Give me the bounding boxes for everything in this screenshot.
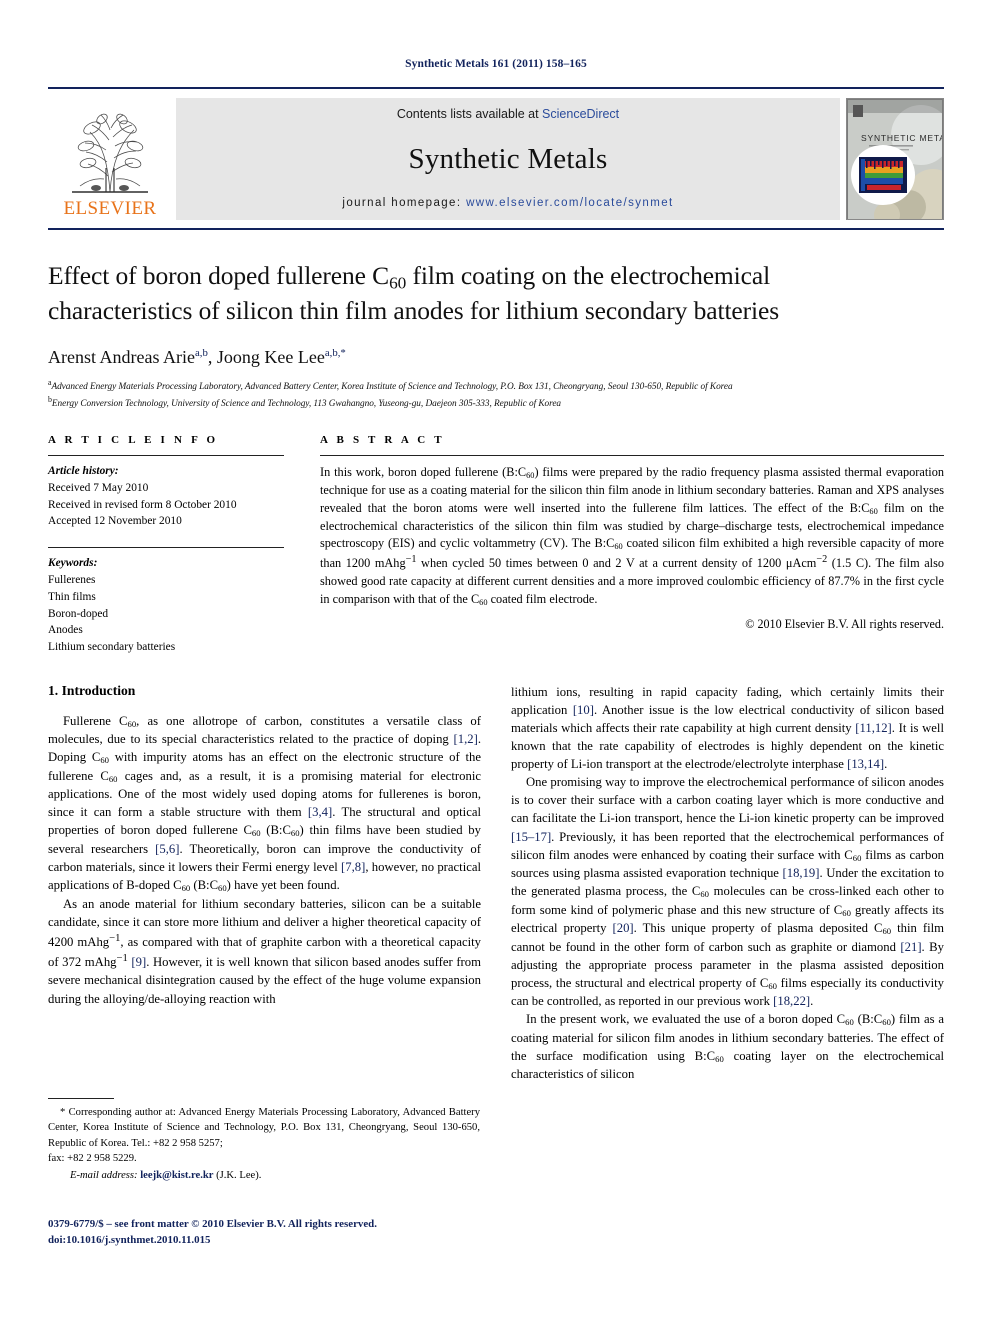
contents-prefix: Contents lists available at	[396, 107, 543, 121]
journal-title: Synthetic Metals	[408, 142, 608, 175]
keyword-item: Thin films	[48, 590, 96, 603]
section-heading-introduction: 1. Introduction	[48, 682, 136, 698]
journal-cover-thumbnail: SYNTHETIC METALS	[846, 98, 944, 220]
article-info-column: A R T I C L E I N F O Article history: R…	[48, 434, 284, 656]
homepage-label: journal homepage:	[342, 197, 467, 209]
title-part-1: Effect of boron doped fullerene C	[48, 261, 390, 290]
footnote-fax: fax: +82 2 958 5229.	[48, 1153, 137, 1165]
affiliation-a-text: Advanced Energy Materials Processing Lab…	[51, 381, 733, 392]
history-received: Received 7 May 2010	[48, 481, 149, 494]
body-column-right: lithium ions, resulting in rapid capacit…	[511, 683, 944, 1084]
intro-paragraph-5: In the present work, we evaluated the us…	[511, 1012, 944, 1082]
history-revised: Received in revised form 8 October 2010	[48, 498, 237, 511]
abstract-copyright: © 2010 Elsevier B.V. All rights reserved…	[745, 616, 944, 631]
affiliation-b-text: Energy Conversion Technology, University…	[51, 398, 562, 409]
page-title: Effect of boron doped fullerene C60 film…	[48, 260, 944, 328]
abstract-heading: A B S T R A C T	[320, 434, 445, 447]
affiliations: aAdvanced Energy Materials Processing La…	[48, 377, 944, 412]
author-separator: ,	[207, 346, 217, 367]
journal-banner: Contents lists available at ScienceDirec…	[176, 98, 840, 220]
keyword-item: Anodes	[48, 624, 83, 637]
intro-paragraph-3: lithium ions, resulting in rapid capacit…	[511, 684, 944, 772]
sciencedirect-link[interactable]: ScienceDirect	[542, 107, 619, 121]
article-info-heading: A R T I C L E I N F O	[48, 434, 219, 447]
intro-paragraph-1: Fullerene C60, as one allotrope of carbo…	[48, 713, 482, 894]
intro-paragraph-2: As an anode material for lithium seconda…	[48, 896, 481, 1006]
author-2-name: Joong Kee Lee	[216, 346, 325, 367]
title-line-2: characteristics of silicon thin film ano…	[48, 295, 780, 325]
journal-homepage-line: journal homepage: www.elsevier.com/locat…	[342, 197, 673, 209]
intro-paragraph-4: One promising way to improve the electro…	[511, 775, 945, 1009]
keyword-item: Lithium secondary batteries	[48, 641, 176, 654]
affiliation-b: bEnergy Conversion Technology, Universit…	[48, 394, 944, 411]
info-abstract-section: A R T I C L E I N F O Article history: R…	[48, 434, 944, 656]
contents-line: Contents lists available at ScienceDirec…	[397, 107, 619, 121]
paper-page: Synthetic Metals 161 (2011) 158–165 ELSE…	[0, 0, 992, 1323]
elsevier-tree-icon	[72, 113, 148, 193]
footnote-text: * Corresponding author at: Advanced Ener…	[48, 1105, 480, 1184]
footnote-email-line: E-mail address: leejk@kist.re.kr (J.K. L…	[48, 1168, 480, 1183]
corresponding-author-footnote: * Corresponding author at: Advanced Ener…	[48, 1098, 480, 1184]
issn-line: 0379-6779/$ – see front matter © 2010 El…	[48, 1218, 377, 1230]
journal-masthead: ELSEVIER Contents lists available at Sci…	[48, 87, 944, 220]
email-person: (J.K. Lee).	[213, 1170, 262, 1182]
author-1-name: Arenst Andreas Arie	[48, 346, 195, 367]
keywords-body: Keywords: Fullerenes Thin films Boron-do…	[48, 555, 284, 656]
abstract-column: A B S T R A C T In this work, boron dope…	[320, 434, 944, 656]
history-accepted: Accepted 12 November 2010	[48, 515, 182, 528]
author-list: Arenst Andreas Ariea,b, Joong Kee Leea,b…	[48, 347, 944, 368]
abstract-text: In this work, boron doped fullerene (B:C…	[320, 465, 945, 607]
keywords-label: Keywords:	[48, 557, 98, 570]
author-2-affil-marker: a,b,*	[324, 346, 346, 359]
keyword-item: Fullerenes	[48, 573, 96, 586]
footnote-corresponding-text: Corresponding author at: Advanced Energy…	[48, 1107, 480, 1149]
author-1-affil-marker: a,b	[194, 346, 208, 359]
footnote-corresponding-line: * Corresponding author at: Advanced Ener…	[48, 1105, 480, 1151]
cover-art-icon: SYNTHETIC METALS	[847, 99, 943, 219]
title-block: Effect of boron doped fullerene C60 film…	[48, 230, 944, 411]
title-part-2: film coating on the electrochemical	[406, 261, 771, 290]
body-columns: 1. Introduction Fullerene C60, as one al…	[48, 683, 944, 1084]
elsevier-wordmark: ELSEVIER	[63, 198, 157, 219]
keyword-item: Boron-doped	[48, 607, 109, 620]
svg-text:SYNTHETIC METALS: SYNTHETIC METALS	[861, 133, 943, 143]
doi-line: doi:10.1016/j.synthmet.2010.11.015	[48, 1234, 211, 1247]
email-link[interactable]: leejk@kist.re.kr	[140, 1170, 213, 1181]
article-history-label: Article history:	[48, 465, 119, 478]
running-head: Synthetic Metals 161 (2011) 158–165	[405, 58, 587, 70]
article-history-block: Article history: Received 7 May 2010 Rec…	[48, 456, 284, 530]
body-column-left: 1. Introduction Fullerene C60, as one al…	[48, 683, 481, 1084]
title-subscript-60: 60	[389, 273, 407, 293]
footnote-rule	[48, 1098, 114, 1099]
affiliation-a: aAdvanced Energy Materials Processing La…	[48, 377, 944, 394]
email-label: E-mail address:	[70, 1170, 138, 1182]
homepage-url-link[interactable]: www.elsevier.com/locate/synmet	[466, 197, 674, 209]
keywords-block: Keywords: Fullerenes Thin films Boron-do…	[48, 547, 284, 656]
issn-doi-block: 0379-6779/$ – see front matter © 2010 El…	[48, 1216, 480, 1249]
elsevier-logo: ELSEVIER	[48, 98, 172, 220]
